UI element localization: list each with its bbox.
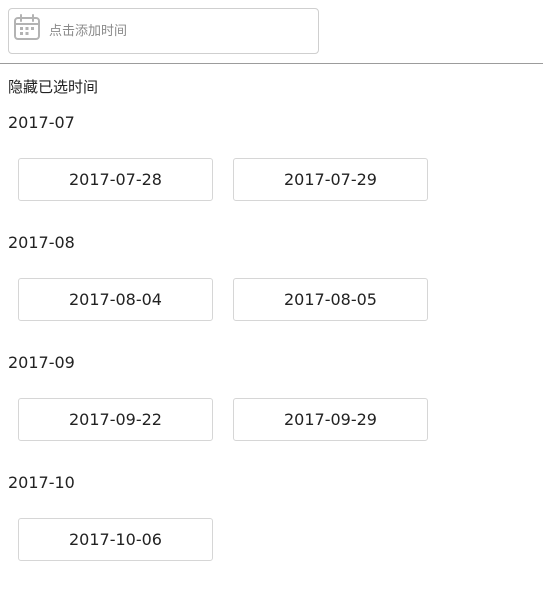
date-row: 2017-09-22 2017-09-29 bbox=[18, 398, 428, 441]
date-row: 2017-08-04 2017-08-05 bbox=[18, 278, 428, 321]
date-button[interactable]: 2017-08-04 bbox=[18, 278, 213, 321]
date-row: 2017-10-06 bbox=[18, 518, 213, 561]
date-picker-input[interactable]: 点击添加时间 bbox=[8, 8, 319, 54]
date-row: 2017-07-28 2017-07-29 bbox=[18, 158, 428, 201]
month-label: 2017-10 bbox=[8, 473, 75, 492]
date-button[interactable]: 2017-09-29 bbox=[233, 398, 428, 441]
divider bbox=[0, 63, 543, 64]
date-button[interactable]: 2017-07-28 bbox=[18, 158, 213, 201]
hide-selected-toggle[interactable]: 隐藏已选时间 bbox=[8, 77, 98, 97]
calendar-icon bbox=[12, 12, 42, 42]
month-label: 2017-08 bbox=[8, 233, 75, 252]
month-label: 2017-09 bbox=[8, 353, 75, 372]
selected-dates-list: 2017-07 2017-07-28 2017-07-29 2017-08 20… bbox=[0, 112, 543, 592]
month-group: 2017-10 2017-10-06 bbox=[0, 472, 543, 592]
month-label: 2017-07 bbox=[8, 113, 75, 132]
month-group: 2017-08 2017-08-04 2017-08-05 bbox=[0, 232, 543, 352]
date-picker-placeholder: 点击添加时间 bbox=[49, 24, 128, 39]
date-button[interactable]: 2017-09-22 bbox=[18, 398, 213, 441]
date-button[interactable]: 2017-08-05 bbox=[233, 278, 428, 321]
date-button[interactable]: 2017-07-29 bbox=[233, 158, 428, 201]
date-button[interactable]: 2017-10-06 bbox=[18, 518, 213, 561]
month-group: 2017-07 2017-07-28 2017-07-29 bbox=[0, 112, 543, 232]
month-group: 2017-09 2017-09-22 2017-09-29 bbox=[0, 352, 543, 472]
